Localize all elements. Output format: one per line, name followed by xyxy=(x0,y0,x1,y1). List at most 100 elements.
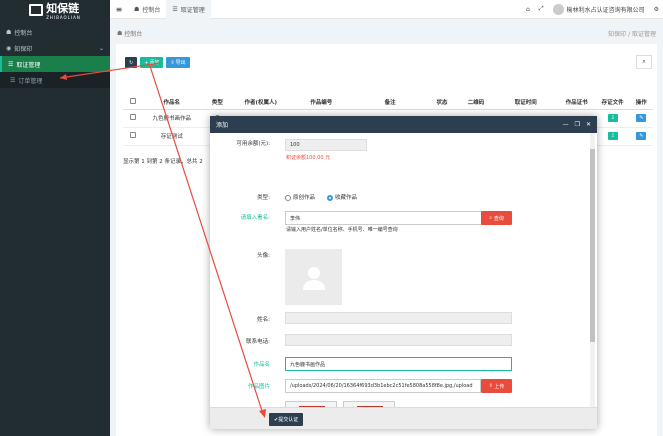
select-all-checkbox[interactable] xyxy=(129,97,136,104)
plus-icon: + xyxy=(144,59,149,66)
type-radio-collection[interactable]: 收藏作品 xyxy=(327,193,357,201)
refresh-icon: ↻ xyxy=(129,59,134,66)
user-placeholder-icon xyxy=(302,267,325,290)
maximize-icon[interactable]: ❐ xyxy=(575,121,580,128)
cell-file: ⇩ xyxy=(595,109,630,128)
list-icon: ☰ xyxy=(172,5,178,13)
type-label: 类型: xyxy=(257,195,270,201)
dashboard-icon: ☗ xyxy=(6,28,12,36)
radio-on-icon xyxy=(327,194,333,201)
logo: 知保链 ZHIBAOLIAN xyxy=(0,0,110,20)
breadcrumb-left[interactable]: 控制台 xyxy=(124,29,142,38)
dashboard-icon: ☗ xyxy=(117,29,125,37)
col-header-file: 存证文件 xyxy=(595,95,630,110)
edit-icon[interactable]: ✎ xyxy=(636,114,647,122)
topbar: ≡ ☗ 控制台 ☰ 取证管理 ⌂ ⤢ 榆林利水占认证咨询有限公司 ⚙ xyxy=(110,0,663,19)
sidebar-item-stamp[interactable]: ◉ 知保印 ⌄ xyxy=(0,40,110,56)
image-path-input[interactable]: /uploads/2024/06/20/16364f693d3b1ebc2c51… xyxy=(285,379,481,393)
upload-button[interactable]: ⇪ 上传 xyxy=(481,379,512,393)
avatar-label: 头像: xyxy=(257,253,270,259)
search-icon: ⌕ xyxy=(642,58,646,65)
dialog-body: 可用余额(元): 100 积证余额100.00 元 类型: 原创作品 收藏作品 … xyxy=(210,133,597,407)
owner-hint: 请输入用户姓名/单位名称、手机号、唯一编号查询 xyxy=(286,227,398,233)
col-header-name: 作品名 xyxy=(142,95,202,110)
submit-button[interactable]: ✔ 提交认证 xyxy=(269,413,304,426)
pager-info: 显示第 1 到第 2 条记录，总共 2 xyxy=(123,159,203,165)
avatar-placeholder xyxy=(285,249,342,305)
add-button-label: 添加 xyxy=(149,60,160,66)
home-icon[interactable]: ⌂ xyxy=(526,6,530,13)
phone-label: 联系电话: xyxy=(246,339,270,345)
owner-label: 请填入署名: xyxy=(240,215,270,221)
breadcrumb-right: 知保印 / 取证管理 xyxy=(608,30,656,38)
submit-label: 提交认证 xyxy=(278,417,299,423)
work-label: 作品名 xyxy=(253,362,270,368)
tab-evidence[interactable]: ☰ 取证管理 xyxy=(166,0,211,19)
freeze-hint: 积证余额100.00 元 xyxy=(286,155,331,161)
cell-name: 存证测试 xyxy=(142,127,202,146)
sidebar-item-label: 取证管理 xyxy=(16,61,41,69)
owner-input[interactable]: 李伟 xyxy=(285,211,482,225)
col-header-ops: 操作 xyxy=(629,95,653,110)
download-icon[interactable]: ⇩ xyxy=(607,132,618,140)
export-button[interactable]: ⇪ 导出 xyxy=(166,57,190,68)
row-checkbox[interactable] xyxy=(129,132,136,138)
col-header-number: 作品编号 xyxy=(288,95,355,110)
user-menu[interactable]: 榆林利水占认证咨询有限公司 xyxy=(552,3,645,15)
add-dialog: 添加 — ❐ ✕ 可用余额(元): 100 积证余额100.00 元 类型: 原创作… xyxy=(210,116,597,429)
logo-mark-icon xyxy=(29,3,44,16)
avatar-row: 头像: xyxy=(210,251,597,259)
tab-dashboard[interactable]: ☗ 控制台 xyxy=(128,0,166,19)
fullscreen-icon[interactable]: ⤢ xyxy=(539,5,544,13)
scrollbar-thumb[interactable] xyxy=(590,149,595,342)
chevron-down-icon: ⌄ xyxy=(98,44,104,52)
search-button[interactable]: ⌕ xyxy=(636,55,652,69)
cell-file: ⇩ xyxy=(595,127,630,146)
edit-icon[interactable]: ✎ xyxy=(636,132,647,140)
col-header-type: 类型 xyxy=(201,95,234,110)
sidebar-item-dashboard[interactable]: ☗ 控制台 xyxy=(0,24,110,40)
type-radio-original[interactable]: 原创作品 xyxy=(285,193,315,201)
radio-label: 原创作品 xyxy=(293,195,316,201)
user-name: 榆林利水占认证咨询有限公司 xyxy=(566,6,645,14)
dashboard-icon: ☗ xyxy=(134,5,140,13)
refresh-button[interactable]: ↻ xyxy=(125,57,138,68)
dialog-scrollbar[interactable] xyxy=(590,133,595,407)
type-row: 类型: 原创作品 收藏作品 xyxy=(210,193,597,201)
query-label: 查询 xyxy=(493,215,504,222)
dialog-footer: ✔ 提交认证 xyxy=(210,407,597,429)
image-label: 作品图片 xyxy=(247,384,270,390)
col-header-time: 取证时间 xyxy=(493,95,558,110)
upload-label: 上传 xyxy=(494,383,505,390)
sidebar-item-orders[interactable]: ☰ 订单管理 xyxy=(0,72,110,88)
name-field xyxy=(285,312,512,324)
more-icon[interactable]: ⚙ xyxy=(654,6,659,13)
download-icon[interactable]: ⇩ xyxy=(607,114,618,122)
row-select-cell xyxy=(123,127,143,146)
sidebar-item-label: 控制台 xyxy=(14,29,33,37)
work-name-input[interactable]: 九色鹿书画作品 xyxy=(285,357,512,371)
name-label: 姓名: xyxy=(257,317,270,323)
dialog-header: 添加 — ❐ ✕ xyxy=(210,116,597,133)
balance-label: 可用余额(元): xyxy=(236,141,270,147)
logo-text: 知保链 xyxy=(46,1,80,15)
row-select-cell xyxy=(123,109,143,128)
row-checkbox[interactable] xyxy=(129,114,136,120)
phone-field xyxy=(285,334,512,346)
export-button-label: 导出 xyxy=(175,60,186,66)
col-header-cert: 作品证书 xyxy=(557,95,596,110)
radio-off-icon xyxy=(285,194,291,201)
close-icon[interactable]: ✕ xyxy=(586,121,591,128)
query-button[interactable]: ⌕ 查询 xyxy=(481,211,512,225)
menu-toggle-icon[interactable]: ≡ xyxy=(110,5,128,14)
sidebar-item-label: 订单管理 xyxy=(18,77,43,85)
stamp-icon: ◉ xyxy=(6,44,12,52)
sidebar-item-evidence[interactable]: ☰ 取证管理 xyxy=(0,56,110,72)
minimize-icon[interactable]: — xyxy=(563,121,569,128)
balance-field: 100 xyxy=(285,139,367,151)
toolbar: ↻ + 添加 ⇪ 导出 xyxy=(125,57,190,68)
add-button[interactable]: + 添加 xyxy=(140,57,164,68)
tab-label: 取证管理 xyxy=(180,6,205,14)
list-icon: ☰ xyxy=(8,60,14,68)
order-icon: ☰ xyxy=(10,76,16,84)
